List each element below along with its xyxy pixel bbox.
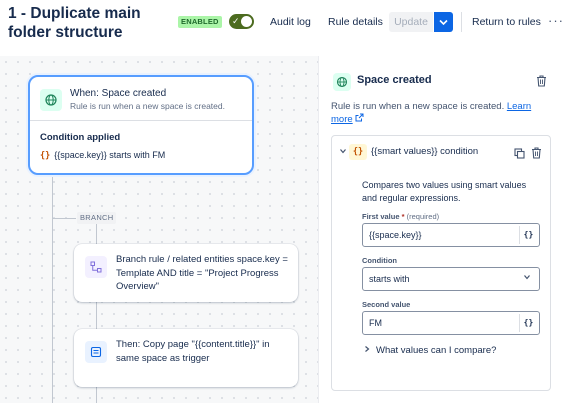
condition-description: Compares two values using smart values a… xyxy=(362,180,527,203)
compare-values-link[interactable]: What values can I compare? xyxy=(363,345,496,356)
first-value-field[interactable]: {{space.key}} {} xyxy=(362,223,540,247)
chevron-down-icon[interactable] xyxy=(339,147,347,157)
second-value-text: FM xyxy=(369,318,382,328)
copy-page-text: Then: Copy page "{{content.title}}" in s… xyxy=(116,339,270,364)
branch-rule-card[interactable]: Branch rule / related entities space.key… xyxy=(74,244,298,302)
copy-page-card[interactable]: Then: Copy page "{{content.title}}" in s… xyxy=(74,329,298,387)
flow-connector xyxy=(52,218,76,219)
condition-label: Condition xyxy=(362,256,397,265)
second-value-field[interactable]: FM {} xyxy=(362,311,540,335)
status-badge: ENABLED xyxy=(178,16,222,28)
copy-icon[interactable] xyxy=(514,146,525,164)
first-value-label: First value * (required) xyxy=(362,212,439,221)
second-value-label: Second value xyxy=(362,300,411,309)
rule-header: 1 - Duplicate main folder structure ENAB… xyxy=(0,0,569,56)
panel-title: Space created xyxy=(357,74,432,86)
chevron-down-icon xyxy=(523,268,531,290)
page-icon xyxy=(85,341,107,363)
update-dropdown-button[interactable] xyxy=(434,12,453,32)
enable-toggle[interactable]: ✓ xyxy=(229,14,254,29)
trash-icon[interactable] xyxy=(531,146,542,164)
trigger-divider xyxy=(30,120,252,121)
braces-icon: {} xyxy=(40,151,51,161)
smart-value-icon[interactable]: {} xyxy=(519,226,537,244)
condition-heading: Condition applied xyxy=(40,132,121,143)
condition-select[interactable]: starts with xyxy=(362,267,540,291)
audit-log-button[interactable]: Audit log xyxy=(270,12,311,32)
rule-title: 1 - Duplicate main folder structure xyxy=(8,5,141,41)
required-text: (required) xyxy=(406,212,440,221)
panel-description-text: Rule is run when a new space is created. xyxy=(331,101,505,112)
return-to-rules-button[interactable]: Return to rules xyxy=(472,12,541,32)
header-divider xyxy=(461,12,462,32)
trigger-card[interactable]: When: Space created Rule is run when a n… xyxy=(28,75,254,175)
external-link-icon xyxy=(355,113,364,122)
more-icon[interactable]: ··· xyxy=(548,12,564,30)
branch-label: BRANCH xyxy=(77,212,117,224)
toggle-knob xyxy=(241,16,252,27)
globe-icon xyxy=(333,73,351,91)
smart-value-icon[interactable]: {} xyxy=(519,314,537,332)
flow-line xyxy=(52,175,53,403)
condition-select-value: starts with xyxy=(369,274,410,284)
first-value-text: {{space.key}} xyxy=(369,230,422,240)
update-button[interactable]: Update xyxy=(389,12,433,32)
braces-icon: {} xyxy=(349,144,367,160)
branch-rule-text: Branch rule / related entities space.key… xyxy=(116,254,288,292)
required-mark: * xyxy=(401,212,405,221)
trigger-title: When: Space created xyxy=(70,88,167,99)
trigger-subtitle: Rule is run when a new space is created. xyxy=(70,101,225,111)
first-value-label-text: First value xyxy=(362,212,400,221)
chevron-down-icon xyxy=(439,19,448,26)
condition-title: {{smart values}} condition xyxy=(371,146,479,157)
chevron-right-icon xyxy=(365,346,370,352)
condition-summary: {} {{space.key}} starts with FM xyxy=(40,150,165,161)
compare-values-text: What values can I compare? xyxy=(376,345,497,356)
condition-summary-text: {{space.key}} starts with FM xyxy=(54,150,166,160)
globe-icon xyxy=(40,89,62,111)
panel-description: Rule is run when a new space is created.… xyxy=(331,100,541,126)
trash-icon[interactable] xyxy=(536,74,547,92)
rule-details-button[interactable]: Rule details xyxy=(328,12,383,32)
check-icon: ✓ xyxy=(232,16,240,26)
branch-icon xyxy=(85,256,107,278)
